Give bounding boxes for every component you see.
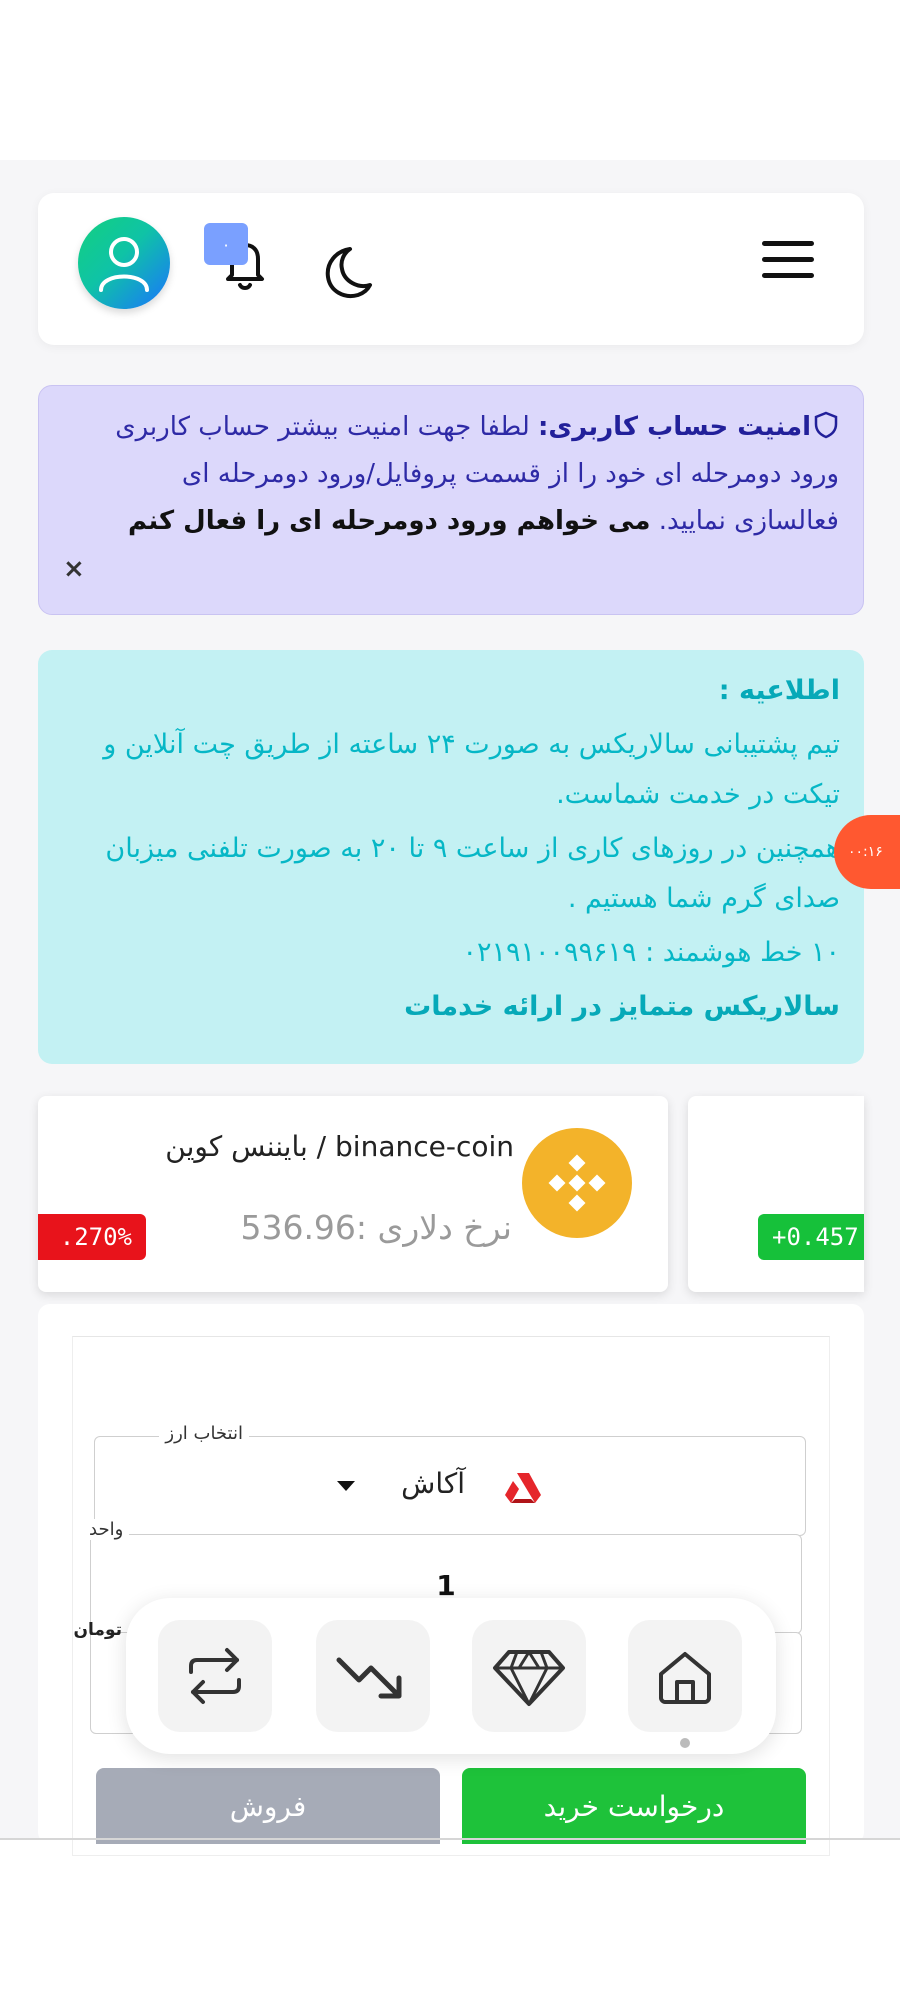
buy-request-button[interactable]: درخواست خرید	[462, 1768, 806, 1844]
swap-icon	[189, 1648, 241, 1704]
toman-input-label: تومان	[73, 1620, 122, 1640]
currency-selected-value: آکاش	[401, 1467, 465, 1500]
nav-swap-button[interactable]	[158, 1620, 272, 1732]
coin-change-badge: +0.457	[758, 1214, 864, 1260]
coin-card-binance[interactable]: binance-coin / بایننس کوین نرخ دلاری :53…	[38, 1096, 668, 1292]
diamond-icon	[493, 1650, 565, 1706]
akash-logo-icon	[505, 1473, 541, 1503]
close-alert-button[interactable]: ×	[63, 546, 85, 593]
nav-home-button[interactable]	[628, 1620, 742, 1732]
binance-logo-icon	[522, 1128, 632, 1238]
shield-icon	[814, 411, 838, 439]
chevron-down-icon	[337, 1481, 355, 1491]
security-alert-title: امنیت حساب کاربری:	[538, 412, 811, 442]
notice-line-phone: ۱۰ خط هوشمند : ۰۲۱۹۱۰۰۹۹۶۱۹	[462, 937, 840, 968]
coin-name: binance-coin / بایننس کوین	[165, 1130, 514, 1163]
user-icon	[99, 237, 149, 292]
security-alert: امنیت حساب کاربری: لطفا جهت امنیت بیشتر …	[38, 385, 864, 615]
floating-timer-tab[interactable]: ۰۰:۱۶	[834, 815, 900, 889]
nav-diamond-button[interactable]	[472, 1620, 586, 1732]
trend-down-icon	[336, 1657, 402, 1699]
viewport-bottom-divider	[0, 1838, 900, 1840]
notification-count-badge: ۰	[204, 223, 248, 265]
unit-input-label: واحد	[83, 1519, 130, 1540]
sell-button[interactable]: فروش	[96, 1768, 440, 1844]
coin-dollar-rate: نرخ دلاری :536.96	[240, 1208, 512, 1247]
coin-card-next[interactable]: +0.457	[688, 1096, 864, 1292]
notice-line-hours: همچنین در روزهای کاری از ساعت ۹ تا ۲۰ به…	[105, 833, 840, 914]
notice-line-support: تیم پشتیبانی سالاریکس به صورت ۲۴ ساعته ا…	[103, 729, 840, 810]
notice-alert: اطلاعیه : تیم پشتیبانی سالاریکس به صورت …	[38, 650, 864, 1064]
nav-trend-button[interactable]	[316, 1620, 430, 1732]
home-icon	[659, 1652, 711, 1704]
coin-change-badge: .270%	[38, 1214, 146, 1260]
notice-title: اطلاعیه :	[718, 675, 840, 706]
top-header: ۰	[38, 193, 864, 345]
currency-select[interactable]: انتخاب ارز آکاش	[94, 1423, 806, 1536]
notifications-button[interactable]: ۰	[204, 223, 284, 303]
enable-2fa-link[interactable]: می خواهم ورود دومرحله ای را فعال کنم	[128, 506, 650, 536]
currency-select-label: انتخاب ارز	[159, 1423, 249, 1444]
hamburger-menu-icon	[762, 241, 814, 246]
nav-indicator-dot	[680, 1738, 690, 1748]
moon-icon	[325, 247, 372, 298]
theme-toggle-button[interactable]	[318, 243, 376, 301]
hamburger-menu-button[interactable]	[762, 241, 814, 285]
notice-footer: سالاریکس متمایز در ارائه خدمات	[404, 991, 840, 1022]
bottom-navigation	[126, 1598, 776, 1754]
profile-avatar-button[interactable]	[78, 217, 170, 309]
